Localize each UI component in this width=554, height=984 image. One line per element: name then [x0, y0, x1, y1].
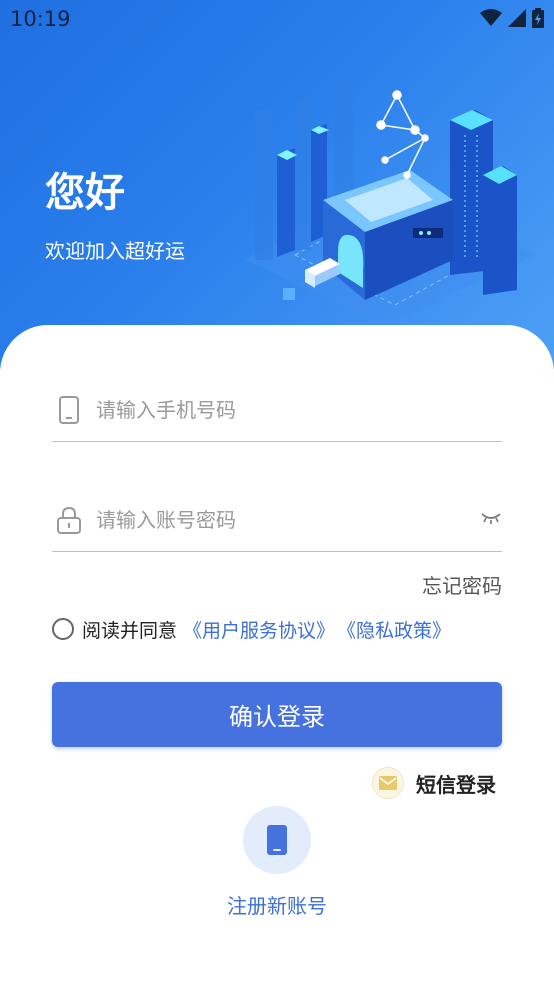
confirm-login-button[interactable]: 确认登录 — [52, 682, 502, 747]
forgot-password-link[interactable]: 忘记密码 — [422, 570, 502, 599]
envelope-icon — [372, 767, 404, 799]
eye-closed-icon[interactable] — [480, 508, 502, 528]
mobile-device-icon — [267, 825, 287, 855]
user-agreement-link[interactable]: 《用户服务协议》 — [183, 616, 335, 643]
signal-icon — [508, 9, 526, 27]
agreement-row: 阅读并同意 《用户服务协议》 《隐私政策》 — [52, 616, 451, 642]
lock-icon — [57, 506, 81, 534]
sms-login-label: 短信登录 — [416, 772, 496, 797]
hero-subtitle: 欢迎加入超好运 — [45, 239, 185, 263]
hero-banner: 10:19 您好 欢迎加入超好运 — [0, 0, 554, 370]
register-button[interactable] — [243, 806, 311, 874]
phone-field[interactable] — [52, 380, 502, 442]
status-icons — [480, 8, 544, 28]
status-bar: 10:19 — [0, 0, 554, 38]
wifi-icon — [480, 9, 502, 26]
agree-checkbox[interactable] — [52, 618, 74, 640]
password-field[interactable] — [52, 490, 502, 552]
phone-input[interactable] — [96, 392, 456, 428]
hero-title: 您好 — [45, 170, 125, 216]
status-time: 10:19 — [10, 7, 71, 31]
privacy-policy-link[interactable]: 《隐私政策》 — [337, 616, 451, 643]
register-label[interactable]: 注册新账号 — [0, 890, 554, 919]
password-input[interactable] — [96, 502, 456, 538]
battery-icon — [532, 8, 544, 28]
sms-login-button[interactable]: 短信登录 — [372, 765, 496, 801]
smartphone-icon — [59, 396, 79, 424]
agree-text: 阅读并同意 — [82, 619, 178, 642]
data-center-illustration — [245, 80, 535, 325]
